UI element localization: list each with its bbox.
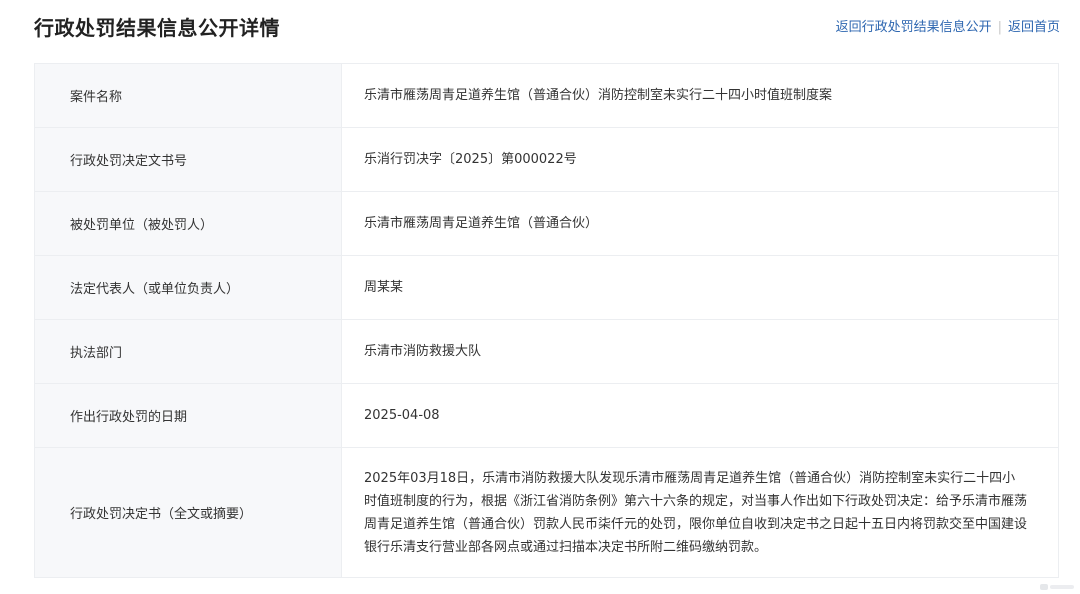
table-row-legal-representative: 法定代表人（或单位负责人） 周某某 (34, 255, 1059, 320)
back-home-link[interactable]: 返回首页 (1008, 20, 1060, 35)
table-row-case-name: 案件名称 乐清市雁荡周青足道养生馆（普通合伙）消防控制室未实行二十四小时值班制度… (34, 63, 1059, 128)
decision-text-label: 行政处罚决定书（全文或摘要） (34, 447, 342, 578)
table-row-document-number: 行政处罚决定文书号 乐消行罚决字〔2025〕第000022号 (34, 127, 1059, 192)
legal-representative-value: 周某某 (341, 255, 1059, 320)
document-number-label: 行政处罚决定文书号 (34, 127, 342, 192)
enforcement-department-value: 乐清市消防救援大队 (341, 319, 1059, 384)
table-row-enforcement-department: 执法部门 乐清市消防救援大队 (34, 319, 1059, 384)
link-separator: | (997, 20, 1002, 35)
table-row-penalty-date: 作出行政处罚的日期 2025-04-08 (34, 383, 1059, 448)
case-name-value: 乐清市雁荡周青足道养生馆（普通合伙）消防控制室未实行二十四小时值班制度案 (341, 63, 1059, 128)
table-row-decision-text: 行政处罚决定书（全文或摘要） 2025年03月18日，乐清市消防救援大队发现乐清… (34, 447, 1059, 578)
case-name-label: 案件名称 (34, 63, 342, 128)
decision-text-value: 2025年03月18日，乐清市消防救援大队发现乐清市雁荡周青足道养生馆（普通合伙… (341, 447, 1059, 578)
page-title: 行政处罚结果信息公开详情 (34, 16, 280, 40)
detail-table: 案件名称 乐清市雁荡周青足道养生馆（普通合伙）消防控制室未实行二十四小时值班制度… (34, 63, 1059, 578)
penalized-party-label: 被处罚单位（被处罚人） (34, 191, 342, 256)
back-to-list-link[interactable]: 返回行政处罚结果信息公开 (836, 20, 992, 35)
legal-representative-label: 法定代表人（或单位负责人） (34, 255, 342, 320)
header-links: 返回行政处罚结果信息公开 | 返回首页 (836, 16, 1060, 35)
penalty-date-label: 作出行政处罚的日期 (34, 383, 342, 448)
penalized-party-value: 乐清市雁荡周青足道养生馆（普通合伙） (341, 191, 1059, 256)
penalty-date-value: 2025-04-08 (341, 383, 1059, 448)
page-header: 行政处罚结果信息公开详情 返回行政处罚结果信息公开 | 返回首页 (0, 0, 1080, 56)
table-row-penalized-party: 被处罚单位（被处罚人） 乐清市雁荡周青足道养生馆（普通合伙） (34, 191, 1059, 256)
enforcement-department-label: 执法部门 (34, 319, 342, 384)
watermark-logo (1040, 584, 1074, 590)
document-number-value: 乐消行罚决字〔2025〕第000022号 (341, 127, 1059, 192)
